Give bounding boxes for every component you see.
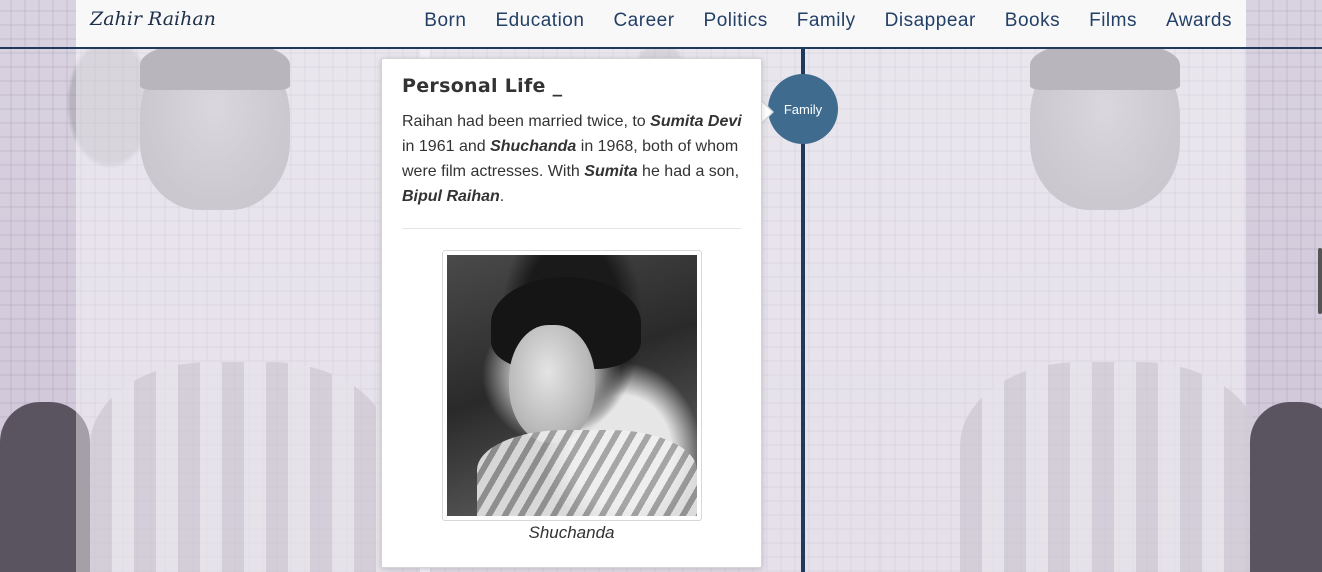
nav-item-films[interactable]: Films [1089,10,1137,32]
photo-sari [477,430,697,516]
name-bipul-raihan: Bipul Raihan [402,188,500,205]
top-navbar: Zahir Raihan Born Education Career Polit… [76,0,1246,47]
nav-item-disappear[interactable]: Disappear [885,10,976,32]
timeline-panel: Personal Life _ Raihan had been married … [381,58,762,568]
nav-item-politics[interactable]: Politics [704,10,768,32]
photo-face [509,325,595,443]
panel-divider [402,228,741,229]
text-segment: in 1961 and [402,138,491,155]
nav-item-books[interactable]: Books [1005,10,1060,32]
nav-menu: Born Education Career Politics Family Di… [424,10,1232,32]
text-segment: he had a son, [637,163,740,180]
name-sumita-devi: Sumita Devi [650,113,742,130]
nav-item-career[interactable]: Career [613,10,674,32]
nav-item-born[interactable]: Born [424,10,466,32]
panel-body-text: Raihan had been married twice, to Sumita… [402,109,742,209]
text-segment: Raihan had been married twice, to [402,113,651,130]
nav-item-awards[interactable]: Awards [1166,10,1232,32]
timeline-badge-family: Family [768,74,838,144]
panel-title: Personal Life _ [402,75,563,97]
navbar-divider [0,47,1322,49]
nav-item-family[interactable]: Family [797,10,856,32]
name-sumita: Sumita [584,163,638,180]
scrollbar-thumb[interactable] [1318,248,1322,314]
name-shuchanda: Shuchanda [490,138,577,155]
photo-caption: Shuchanda [528,523,615,542]
nav-item-education[interactable]: Education [495,10,584,32]
text-segment: . [499,188,505,205]
photo-frame [442,250,702,521]
shuchanda-photo [447,255,697,516]
brand-logo[interactable]: Zahir Raihan [90,8,216,30]
background-arm [1250,402,1322,572]
